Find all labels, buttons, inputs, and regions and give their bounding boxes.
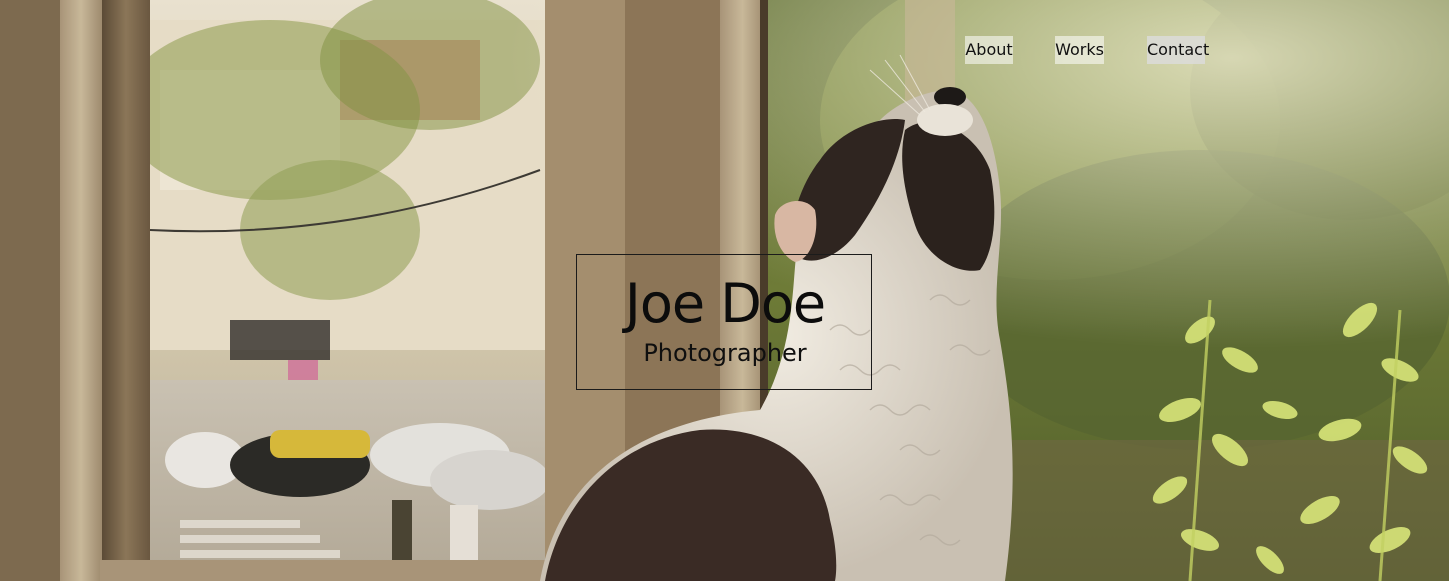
nav-link-contact[interactable]: Contact: [1147, 36, 1209, 64]
hero-title-box: Joe Doe Photographer: [576, 254, 872, 390]
hero-subtitle: Photographer: [643, 339, 807, 367]
main-navigation: About Works Contact: [0, 36, 1449, 64]
nav-link-works[interactable]: Works: [1055, 36, 1104, 64]
nav-link-about[interactable]: About: [965, 36, 1013, 64]
hero-title: Joe Doe: [624, 272, 826, 335]
hero-section: About Works Contact Joe Doe Photographer: [0, 0, 1449, 581]
